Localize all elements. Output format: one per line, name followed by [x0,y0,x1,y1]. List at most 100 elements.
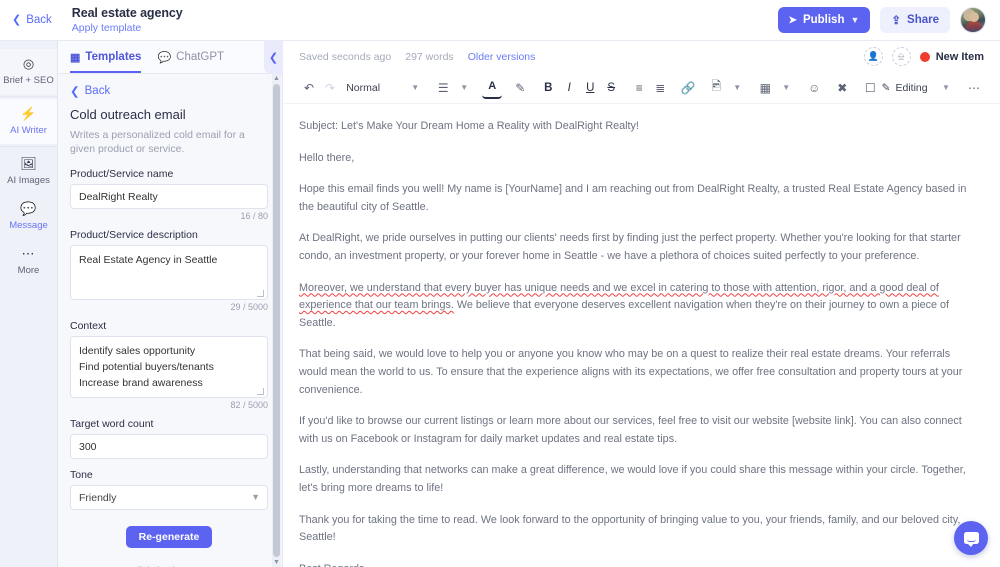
undo-icon[interactable]: ↶ [299,77,319,99]
tone-select[interactable]: Friendly [70,485,268,510]
doc-paragraph-referrals: That being said, we would love to help y… [299,348,963,396]
chat-support-button[interactable] [954,521,988,555]
rail-divider [0,146,57,147]
context-counter: 82 / 5000 [230,400,268,410]
document-body[interactable]: Subject: Let's Make Your Dream Home a Re… [283,104,1000,567]
regenerate-row: Re-generate [70,526,268,548]
top-bar-actions: ➤ Publish ▼ ⇪ Share [777,7,986,33]
rail-item-label: More [17,265,40,276]
publish-button[interactable]: ➤ Publish ▼ [777,7,871,33]
avatar[interactable] [960,7,986,33]
align-icon[interactable]: ☰ [433,77,453,99]
rail-item-ai-writer[interactable]: ⚡ AI Writer [0,99,57,144]
image-chevron-down-icon[interactable]: ▼ [727,77,747,99]
panel-scrollbar[interactable]: ▲ ▼ [272,74,281,567]
rail-item-more[interactable]: ⋯ More [0,239,57,284]
italic-button[interactable]: I [559,77,579,99]
align-chevron-down-icon[interactable]: ▼ [454,77,474,99]
paragraph-style-chevron-down-icon[interactable]: ▼ [405,77,425,99]
template-description: Writes a personalized cold email for a g… [70,129,245,155]
panel-back-button[interactable]: ❮ Back [70,84,268,98]
template-panel: ▦ Templates 💬 ChatGPT ❮ ❮ Back Cold outr… [58,41,283,567]
tab-chatgpt[interactable]: 💬 ChatGPT [157,41,224,73]
word-count-input[interactable] [70,434,268,459]
editor-toolbar: ↶ ↷ Normal ▼ ☰ ▼ A ✎ B I U S ≡ ≣ 🔗 🖻 ▼ ▦… [283,72,1000,104]
text-color-icon[interactable]: A [482,77,503,99]
rail-divider [0,96,57,97]
resize-handle[interactable] [257,388,264,395]
emoji-icon[interactable]: ☺ [804,77,824,99]
saved-status: Saved seconds ago [299,50,392,63]
chevron-down-icon: ▼ [850,15,860,25]
send-icon: ➤ [788,14,797,26]
resize-handle[interactable] [257,290,264,297]
image-icon: 🖼 [20,156,37,171]
bold-button[interactable]: B [538,77,558,99]
scrollbar-thumb[interactable] [273,84,280,557]
link-icon[interactable]: 🔗 [678,77,698,99]
app-root: ❮ Back Real estate agency Apply template… [0,0,1000,567]
status-badge-label: New Item [935,50,984,63]
share-button-label: Share [907,14,939,26]
underline-label: U [586,81,595,94]
editor-meta-bar: Saved seconds ago 297 words Older versio… [283,41,1000,72]
add-user-icon[interactable]: 👤 [863,47,883,66]
rail-item-brief-seo[interactable]: ◎ Brief + SEO [0,49,57,94]
main-body: ◎ Brief + SEO ⚡ AI Writer 🖼 AI Images 💬 … [0,41,1000,567]
older-versions-link[interactable]: Older versions [468,51,536,63]
panel-back-label: Back [84,85,111,97]
clear-format-icon[interactable]: ✖ [832,77,852,99]
comment-icon[interactable]: ☐ [860,77,880,99]
tab-label: Templates [85,51,142,63]
status-badge[interactable]: New Item [919,50,984,63]
back-button[interactable]: ❮ Back [10,11,58,29]
bullet-list-icon[interactable]: ≡ [629,77,649,99]
context-input[interactable]: Identify sales opportunity Find potentia… [70,336,268,398]
table-icon[interactable]: ▦ [755,77,775,99]
numbered-list-icon[interactable]: ≣ [650,77,670,99]
doc-paragraph-moreover: Moreover, we understand that every buyer… [299,280,980,333]
editor-pane: Saved seconds ago 297 words Older versio… [283,41,1000,567]
editor-meta-actions: 👤 ⎒ New Item [863,47,984,66]
scroll-down-arrow-icon[interactable]: ▼ [273,558,280,567]
doc-paragraph-thanks: Thank you for taking the time to read. W… [299,513,961,544]
product-name-input[interactable] [70,184,268,209]
rail-item-message[interactable]: 💬 Message [0,194,57,239]
word-count: 297 words [405,50,454,63]
product-description-input[interactable]: Real Estate Agency in Seattle [70,245,268,300]
chat-bubble-icon [963,532,979,547]
lightning-bolt-icon: ⚡ [20,106,37,121]
rail-item-ai-images[interactable]: 🖼 AI Images [0,149,57,194]
highlighter-icon[interactable]: ✎ [510,77,530,99]
export-icon[interactable]: ⎒ [891,47,911,66]
regenerate-button[interactable]: Re-generate [125,526,213,548]
doc-text: At DealRight, we pride ourselves in putt… [299,232,961,262]
word-count-label: Target word count [70,418,154,430]
tone-label: Tone [70,469,93,481]
collapse-panel-button[interactable]: ❮ [264,41,283,74]
image-icon[interactable]: 🖻 [706,77,726,99]
status-dot-icon [919,51,930,62]
paragraph-style-select[interactable]: Normal [346,77,380,99]
italic-label: I [567,81,571,94]
table-chevron-down-icon[interactable]: ▼ [776,77,796,99]
rail-item-label: Brief + SEO [3,75,54,86]
apply-template-link[interactable]: Apply template [72,21,183,35]
context-label: Context [70,320,107,332]
scroll-up-arrow-icon[interactable]: ▲ [273,74,280,83]
more-icon[interactable]: ⋯ [964,77,984,99]
panel-content: ❮ Back Cold outreach email Writes a pers… [58,74,282,567]
strikethrough-button[interactable]: S [601,77,621,99]
product-description-wrapper: Real Estate Agency in Seattle [70,245,268,300]
share-button[interactable]: ⇪ Share [880,7,950,33]
editing-mode-button[interactable]: ✎ Editing [882,77,928,99]
ellipsis-icon: ⋯ [21,246,36,261]
doc-paragraph-pride: At DealRight, we pride ourselves in putt… [299,230,980,265]
editing-mode-chevron-down-icon[interactable]: ▼ [936,77,956,99]
product-name-counter: 16 / 80 [240,211,268,221]
tab-templates[interactable]: ▦ Templates [70,41,142,73]
underline-button[interactable]: U [580,77,600,99]
doc-paragraph-subject: Subject: Let's Make Your Dream Home a Re… [299,120,639,132]
product-name-label: Product/Service name [70,168,174,180]
redo-icon[interactable]: ↷ [320,77,340,99]
